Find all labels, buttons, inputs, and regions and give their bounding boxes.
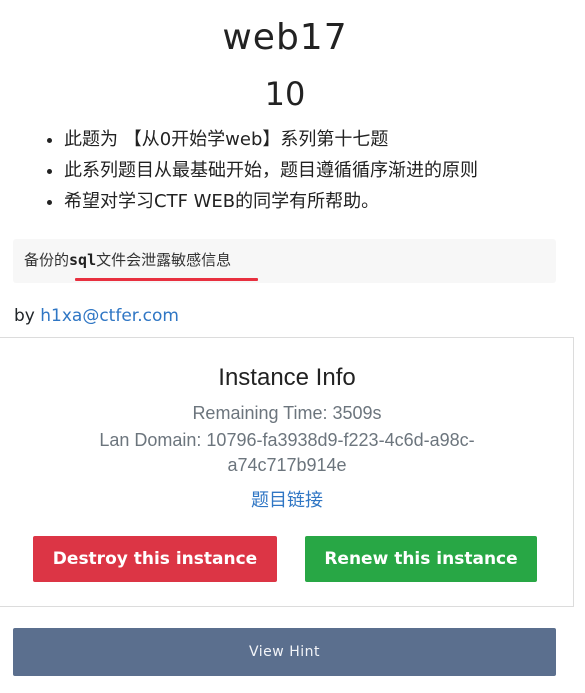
hint-text: 备份的sql文件会泄露敏感信息 <box>24 249 231 271</box>
hint-suffix: 文件会泄露敏感信息 <box>96 251 232 269</box>
renew-instance-button[interactable]: Renew this instance <box>305 536 537 582</box>
description-item: 希望对学习CTF WEB的同学有所帮助。 <box>64 186 478 217</box>
hint-code: sql <box>69 251 97 269</box>
instance-card: Instance Info Remaining Time: 3509s Lan … <box>0 337 574 607</box>
author-email-link[interactable]: h1xa@ctfer.com <box>40 306 179 326</box>
challenge-value: 10 <box>264 75 306 113</box>
instance-title: Instance Info <box>218 364 356 391</box>
challenge-name: web17 <box>222 17 348 58</box>
lan-domain-line2: a74c717b914e <box>227 455 347 475</box>
remaining-time: Remaining Time: 3509s <box>192 403 382 423</box>
author-line: by h1xa@ctfer.com <box>14 304 179 328</box>
view-hint-button[interactable]: View Hint <box>13 628 556 676</box>
description-list: 此题为 【从0开始学web】系列第十七题 此系列题目从最基础开始，题目遵循循序渐… <box>30 124 478 217</box>
hint-box: 备份的sql文件会泄露敏感信息 <box>13 239 556 283</box>
destroy-instance-button[interactable]: Destroy this instance <box>33 536 277 582</box>
description-item: 此题为 【从0开始学web】系列第十七题 <box>64 124 478 155</box>
author-by: by <box>14 306 41 326</box>
challenge-link[interactable]: 题目链接 <box>0 488 574 514</box>
lan-domain-line1: Lan Domain: 10796-fa3938d9-f223-4c6d-a98… <box>99 430 475 450</box>
hint-prefix: 备份的 <box>24 251 70 269</box>
description-item: 此系列题目从最基础开始，题目遵循循序渐进的原则 <box>64 155 478 186</box>
red-underline-annotation <box>75 278 258 281</box>
